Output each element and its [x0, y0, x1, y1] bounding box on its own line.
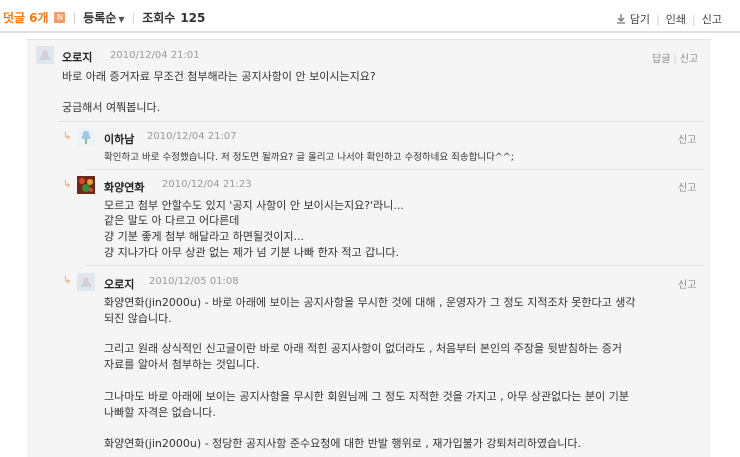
- report-link[interactable]: 신고: [680, 54, 698, 65]
- divider: |: [131, 11, 136, 24]
- report-button[interactable]: 신고: [702, 11, 722, 27]
- views-count: 125: [180, 10, 206, 25]
- comment-date: 2010/12/04 21:23: [162, 179, 252, 190]
- new-badge-icon: N: [54, 12, 66, 23]
- comment-author[interactable]: 이하남: [104, 131, 134, 147]
- divider: |: [692, 12, 696, 26]
- comment-text: 그나마도 바로 아래에 보이는 공지사항을 무시한 회원님께 그 정도 지적한 …: [104, 390, 629, 403]
- comment-author[interactable]: 오로지: [104, 276, 134, 292]
- comment-author[interactable]: 화양연화: [104, 179, 144, 195]
- sort-label: 등록순: [83, 11, 117, 25]
- divider: [58, 121, 704, 122]
- comment-text: 화양연화(jin2000u) - 바로 아래에 보이는 공지사항을 무시한 것에…: [104, 296, 636, 309]
- reply-arrow-icon: ↳: [63, 179, 72, 190]
- divider: |: [656, 12, 660, 26]
- comment-text: 자료를 알아서 첨부하는 것입니다.: [104, 358, 260, 371]
- comment-author[interactable]: 오로지: [62, 49, 92, 65]
- comment-date: 2010/12/05 01:08: [149, 276, 239, 287]
- comment-text: 되진 않습니다.: [104, 312, 172, 325]
- report-link[interactable]: 신고: [678, 183, 696, 194]
- print-button[interactable]: 인쇄: [666, 11, 686, 27]
- comment-text: 그리고 원래 상식적인 신고글이란 바로 아래 적힌 공지사항이 없더라도 , …: [104, 342, 622, 355]
- download-icon: [616, 14, 626, 24]
- reply-arrow-icon: ↳: [63, 131, 72, 142]
- comment-text: 궁금해서 여쭤봅니다.: [62, 101, 161, 114]
- reply-arrow-icon: ↳: [63, 275, 72, 286]
- comment-text: 걍 기분 좋게 첨부 해달라고 하면될것이지...: [104, 230, 305, 243]
- divider: [86, 265, 704, 266]
- sort-dropdown[interactable]: 등록순 ▼: [83, 9, 124, 26]
- report-link[interactable]: 신고: [678, 280, 696, 291]
- comment-text: 모르고 첨부 안할수도 있지 '공지 사항이 안 보이시는지요?'라니...: [104, 199, 404, 212]
- avatar[interactable]: [77, 273, 95, 291]
- divider: [86, 169, 704, 170]
- comment-count[interactable]: 6개: [29, 9, 48, 26]
- comment-text: 화양연화(jin2000u) - 정당한 공지사항 준수요청에 대한 반발 행위…: [104, 437, 581, 450]
- comment-date: 2010/12/04 21:01: [110, 50, 200, 61]
- comment-toolbar: 덧글 6개 N | 등록순 ▼ | 조회수 125 담기 | 인쇄 | 신고: [0, 0, 740, 33]
- comment-label[interactable]: 덧글: [3, 9, 25, 26]
- comment-date: 2010/12/04 21:07: [147, 131, 237, 142]
- reply-button[interactable]: 답글: [652, 54, 670, 65]
- comment-text: 확인하고 바로 수정했습니다. 저 정도면 될까요? 글 올리고 나서야 확인하…: [104, 152, 515, 163]
- avatar[interactable]: [77, 128, 95, 146]
- comment-text: 나빠할 자격은 없습니다.: [104, 406, 216, 419]
- avatar[interactable]: [77, 176, 95, 194]
- views-label: 조회수: [142, 11, 176, 25]
- comment-text: 바로 아래 증거자료 무조건 첨부해라는 공지사항이 안 보이시는지요?: [62, 70, 376, 83]
- comment-text: 같은 말도 아 다르고 어다른데: [104, 214, 240, 227]
- avatar[interactable]: [36, 46, 54, 64]
- report-link[interactable]: 신고: [678, 135, 696, 146]
- save-button[interactable]: 담기: [630, 11, 650, 27]
- divider: |: [72, 11, 77, 24]
- chevron-down-icon: ▼: [118, 15, 125, 24]
- comment-text: 걍 지나가다 아무 상관 없는 제가 넘 기분 나빠 한자 적고 갑니다.: [104, 246, 399, 259]
